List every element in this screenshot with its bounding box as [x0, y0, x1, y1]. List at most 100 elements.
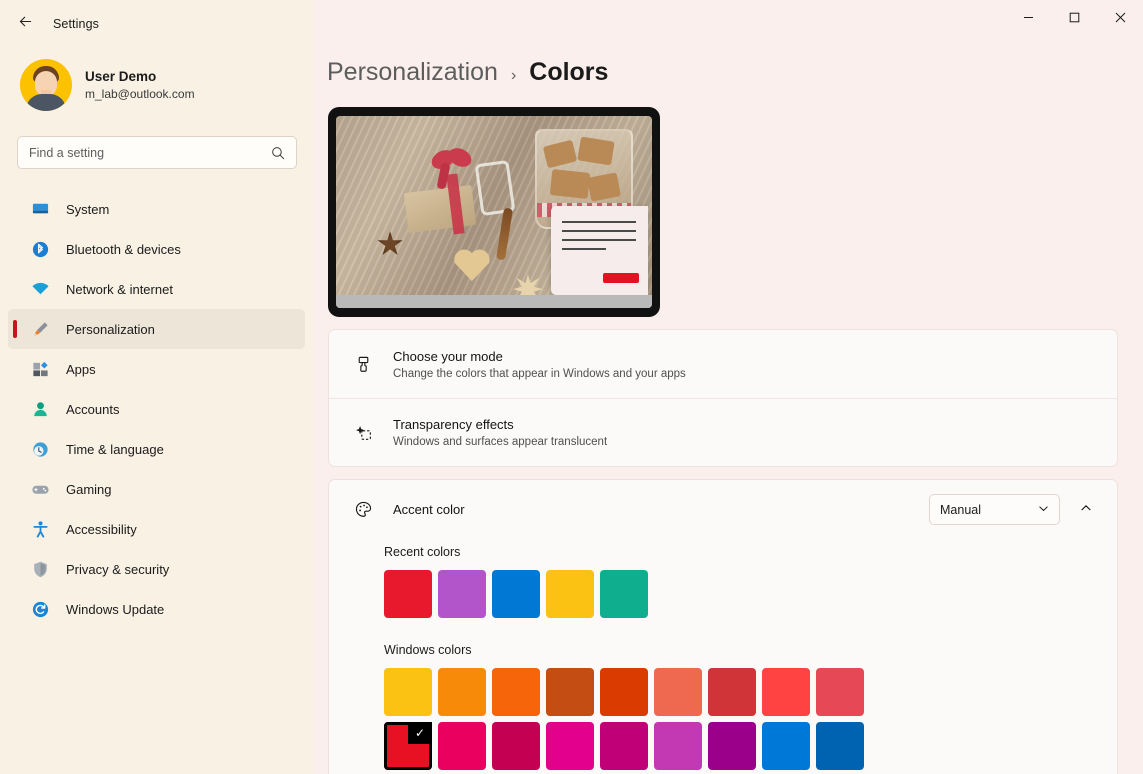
- checkmark-icon: ✓: [408, 722, 432, 744]
- sidebar-item-label: Accessibility: [66, 521, 137, 537]
- breadcrumb-parent[interactable]: Personalization: [327, 58, 498, 87]
- accent-color-row[interactable]: Accent color Manual: [329, 480, 1117, 539]
- close-icon: [1115, 12, 1125, 22]
- person-icon: [30, 399, 51, 420]
- accent-color-card: Accent color Manual Recent colors Window…: [328, 479, 1118, 774]
- accessibility-icon: [30, 519, 51, 540]
- recent-color-swatch-4[interactable]: [546, 570, 594, 618]
- search-box[interactable]: [17, 136, 297, 169]
- sidebar-item-label: Time & language: [66, 441, 164, 457]
- windows-color-swatch-r2-3[interactable]: [492, 722, 540, 770]
- main-content: Personalization › Colors Choose your mod…: [313, 0, 1143, 774]
- sidebar-item-accounts[interactable]: Accounts: [8, 389, 305, 429]
- bluetooth-icon: [30, 239, 51, 260]
- paintbrush-icon: [30, 319, 51, 340]
- accent-color-body: Recent colors Windows colors ✓: [329, 545, 1117, 774]
- maximize-button[interactable]: [1051, 0, 1097, 34]
- window-controls: [1005, 0, 1143, 34]
- gift-box-image: [403, 184, 476, 233]
- sidebar-item-time-language[interactable]: Time & language: [8, 429, 305, 469]
- accent-color-title: Accent color: [393, 502, 465, 517]
- apps-icon: [30, 359, 51, 380]
- sidebar-item-network-internet[interactable]: Network & internet: [8, 269, 305, 309]
- chevron-up-icon: [1080, 501, 1092, 519]
- sidebar-item-accessibility[interactable]: Accessibility: [8, 509, 305, 549]
- back-arrow-icon: [19, 16, 31, 26]
- windows-color-swatch-r1-9[interactable]: [816, 668, 864, 716]
- windows-color-swatch-r1-3[interactable]: [492, 668, 540, 716]
- windows-color-swatch-r1-8[interactable]: [762, 668, 810, 716]
- profile-email: m_lab@outlook.com: [85, 87, 195, 101]
- windows-color-swatch-r1-6[interactable]: [654, 668, 702, 716]
- recent-colors-row: [384, 570, 1117, 618]
- sidebar-item-apps[interactable]: Apps: [8, 349, 305, 389]
- sidebar-item-label: Personalization: [66, 321, 155, 337]
- minimize-button[interactable]: [1005, 0, 1051, 34]
- recent-color-swatch-1[interactable]: [384, 570, 432, 618]
- sidebar-item-bluetooth-devices[interactable]: Bluetooth & devices: [8, 229, 305, 269]
- close-button[interactable]: [1097, 0, 1143, 34]
- sidebar-item-gaming[interactable]: Gaming: [8, 469, 305, 509]
- accent-expand-toggle[interactable]: [1070, 494, 1101, 525]
- shield-icon: [30, 559, 51, 580]
- ribbon-bow: [428, 144, 475, 190]
- page-title: Colors: [529, 58, 609, 86]
- chevron-right-icon: ›: [510, 67, 517, 84]
- maximize-icon: [1069, 12, 1079, 22]
- wifi-icon: [30, 279, 51, 300]
- preview-screen: [336, 116, 652, 308]
- sidebar-item-label: Privacy & security: [66, 561, 170, 577]
- windows-color-swatch-r1-7[interactable]: [708, 668, 756, 716]
- sidebar: User Demo m_lab@outlook.com System: [0, 0, 313, 774]
- sidebar-item-system[interactable]: System: [8, 189, 305, 229]
- transparency-effects-row[interactable]: Transparency effects Windows and surface…: [329, 398, 1117, 466]
- sidebar-item-label: Bluetooth & devices: [66, 241, 181, 257]
- accent-mode-dropdown[interactable]: Manual: [929, 494, 1060, 525]
- recent-color-swatch-3[interactable]: [492, 570, 540, 618]
- update-icon: [30, 599, 51, 620]
- recent-color-swatch-2[interactable]: [438, 570, 486, 618]
- profile-name: User Demo: [85, 69, 157, 84]
- accent-mode-value: Manual: [940, 502, 981, 517]
- choose-your-mode-row[interactable]: Choose your mode Change the colors that …: [329, 330, 1117, 398]
- avatar: [20, 59, 72, 111]
- recent-color-swatch-5[interactable]: [600, 570, 648, 618]
- windows-color-swatch-r2-1[interactable]: ✓: [384, 722, 432, 770]
- setting-title: Transparency effects: [393, 417, 514, 432]
- breadcrumb: Personalization › Colors: [327, 58, 1143, 87]
- setting-title: Choose your mode: [393, 348, 503, 364]
- sidebar-item-windows-update[interactable]: Windows Update: [8, 589, 305, 629]
- windows-color-swatch-r1-1[interactable]: [384, 668, 432, 716]
- windows-colors-row-1: [384, 668, 1117, 716]
- recent-colors-label: Recent colors: [384, 545, 461, 559]
- windows-color-swatch-r2-6[interactable]: [654, 722, 702, 770]
- windows-color-swatch-r2-7[interactable]: [708, 722, 756, 770]
- windows-colors-grid: ✓: [329, 668, 1117, 770]
- sidebar-item-label: Accounts: [66, 401, 120, 417]
- preview-taskbar: [336, 295, 652, 308]
- sidebar-item-privacy-security[interactable]: Privacy & security: [8, 549, 305, 589]
- chevron-down-icon: [1038, 503, 1049, 517]
- windows-color-swatch-r2-9[interactable]: [816, 722, 864, 770]
- windows-color-swatch-r1-5[interactable]: [600, 668, 648, 716]
- sidebar-item-personalization[interactable]: Personalization: [8, 309, 305, 349]
- sidebar-item-label: Network & internet: [66, 281, 173, 297]
- windows-color-swatch-r1-4[interactable]: [546, 668, 594, 716]
- windows-color-swatch-r2-5[interactable]: [600, 722, 648, 770]
- windows-color-swatch-r1-2[interactable]: [438, 668, 486, 716]
- windows-color-swatch-r2-2[interactable]: [438, 722, 486, 770]
- user-profile[interactable]: User Demo m_lab@outlook.com: [20, 59, 313, 111]
- modes-card: Choose your mode Change the colors that …: [328, 329, 1118, 467]
- gamepad-icon: [30, 479, 51, 500]
- setting-subtitle: Windows and surfaces appear translucent: [393, 436, 608, 448]
- search-icon: [271, 146, 285, 160]
- search-input[interactable]: [29, 137, 264, 168]
- back-button[interactable]: [10, 7, 40, 35]
- windows-colors-label: Windows colors: [384, 643, 472, 657]
- transparency-icon: [349, 423, 377, 442]
- windows-color-swatch-r2-4[interactable]: [546, 722, 594, 770]
- desktop-wallpaper-preview: [328, 107, 660, 317]
- windows-color-swatch-r2-8[interactable]: [762, 722, 810, 770]
- paintbrush-icon: [349, 355, 377, 374]
- sidebar-item-label: Gaming: [66, 481, 112, 497]
